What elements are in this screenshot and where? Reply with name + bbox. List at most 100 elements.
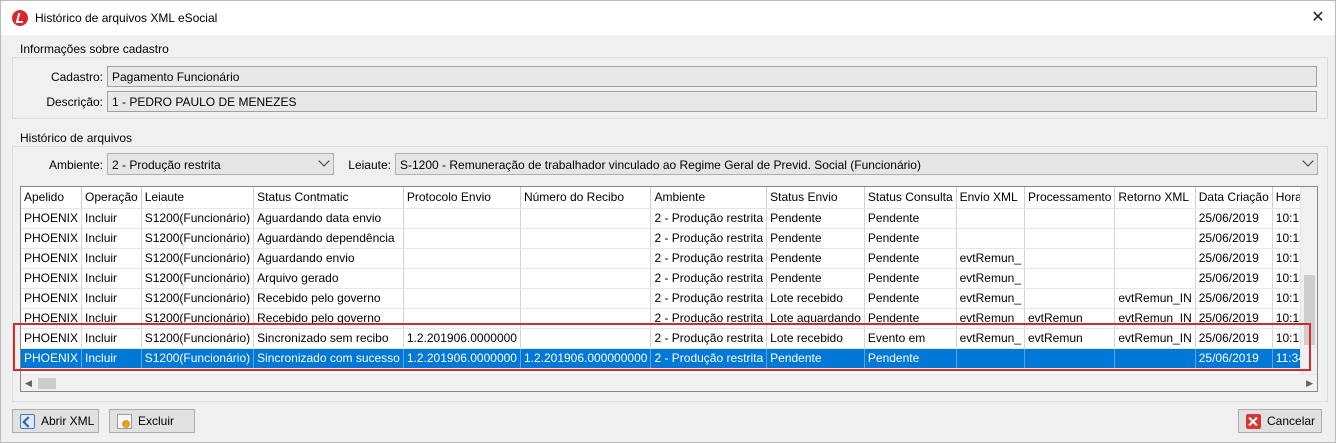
leiaute-label: Leiaute:: [348, 158, 391, 172]
app-logo-icon: [12, 10, 28, 26]
table-cell: 2 - Produção restrita: [650, 228, 768, 249]
table-cell: PHOENIX: [21, 268, 83, 289]
table-cell: [1024, 248, 1116, 269]
cancel-icon: [1246, 414, 1261, 429]
column-header[interactable]: Processamento: [1024, 187, 1116, 209]
table-cell: 2 - Produção restrita: [650, 288, 768, 309]
table-cell: [403, 228, 521, 249]
table-cell: Recebido pelo governo: [253, 288, 404, 309]
cancelar-label: Cancelar: [1267, 414, 1316, 428]
table-cell: 2 - Produção restrita: [650, 268, 768, 289]
scroll-right-icon[interactable]: ▶: [1306, 378, 1313, 389]
scroll-left-icon[interactable]: ◀: [25, 378, 32, 389]
table-cell: Incluir: [81, 228, 142, 249]
cadastro-field: Pagamento Funcionário: [107, 66, 1317, 87]
table-cell: [520, 228, 652, 249]
table-cell: Incluir: [81, 288, 142, 309]
table-cell: Aguardando dependência: [253, 228, 404, 249]
table-cell: Pendente: [766, 268, 865, 289]
column-header[interactable]: Envio XML: [956, 187, 1026, 209]
table-row[interactable]: PHOENIX Incluir S1200(Funcionário) Aguardan…: [21, 228, 1317, 249]
table-cell: Incluir: [81, 248, 142, 269]
table-cell: [1024, 288, 1116, 309]
descricao-field: 1 - PEDRO PAULO DE MENEZES: [107, 91, 1317, 112]
table-cell: evtRemun_: [956, 288, 1026, 309]
column-header[interactable]: Número do Recibo: [520, 187, 652, 209]
grid-header-row: Apelido Operação Leiaute Status Contmatic Pr…: [21, 187, 1317, 209]
table-cell: [1024, 208, 1116, 229]
table-cell: [520, 208, 652, 229]
table-cell: [956, 208, 1026, 229]
column-header[interactable]: Status Envio: [766, 187, 865, 209]
column-header[interactable]: Leiaute: [141, 187, 255, 209]
table-cell: Arquivo gerado: [253, 268, 404, 289]
table-cell: 25/06/2019: [1195, 268, 1273, 289]
excluir-button[interactable]: Excluir: [109, 409, 195, 433]
cadastro-group-title: Informações sobre cadastro: [20, 42, 169, 56]
table-cell: [520, 268, 652, 289]
ambiente-select[interactable]: 2 - Produção restrita: [107, 153, 334, 175]
table-cell: [1024, 228, 1116, 249]
column-header[interactable]: Operação: [81, 187, 142, 209]
excluir-label: Excluir: [138, 414, 175, 428]
leiaute-select[interactable]: S-1200 - Remuneração de trabalhador vinc…: [395, 153, 1318, 175]
column-header[interactable]: Apelido: [21, 187, 83, 209]
column-header[interactable]: Ambiente: [650, 187, 768, 209]
table-cell: Pendente: [766, 228, 865, 249]
table-cell: 25/06/2019: [1195, 208, 1273, 229]
close-window-button[interactable]: ✕: [1301, 1, 1335, 35]
column-header[interactable]: Status Consulta: [864, 187, 957, 209]
table-cell: S1200(Funcionário): [141, 228, 255, 249]
chevron-down-icon: [318, 155, 330, 167]
horizontal-scroll-thumb[interactable]: [38, 378, 56, 389]
table-cell: [1114, 248, 1196, 269]
title-bar: Histórico de arquivos XML eSocial ✕: [1, 1, 1335, 35]
window-title: Histórico de arquivos XML eSocial: [35, 11, 218, 25]
table-cell: PHOENIX: [21, 208, 83, 229]
chevron-down-icon: [1302, 155, 1314, 167]
abrir-xml-button[interactable]: Abrir XML: [12, 409, 99, 433]
column-header[interactable]: Retorno XML: [1114, 187, 1196, 209]
table-cell: S1200(Funcionário): [141, 208, 255, 229]
table-cell: [1114, 208, 1196, 229]
table-cell: evtRemun_: [956, 248, 1026, 269]
table-cell: evtRemun_IN: [1114, 288, 1196, 309]
table-cell: evtRemun_: [956, 268, 1026, 289]
history-window: Histórico de arquivos XML eSocial ✕ Info…: [0, 0, 1336, 443]
leiaute-select-value: S-1200 - Remuneração de trabalhador vinc…: [400, 158, 921, 172]
table-cell: Incluir: [81, 268, 142, 289]
table-cell: 25/06/2019: [1195, 248, 1273, 269]
ambiente-label: Ambiente:: [48, 158, 103, 172]
table-row[interactable]: PHOENIX Incluir S1200(Funcionário) Recebido…: [21, 288, 1317, 309]
column-header[interactable]: Status Contmatic: [253, 187, 404, 209]
table-row[interactable]: PHOENIX Incluir S1200(Funcionário) Arquivo …: [21, 268, 1317, 289]
table-cell: Pendente: [864, 228, 957, 249]
table-cell: Lote recebido: [766, 288, 865, 309]
abrir-xml-label: Abrir XML: [41, 414, 95, 428]
table-row[interactable]: PHOENIX Incluir S1200(Funcionário) Aguardan…: [21, 248, 1317, 269]
table-cell: [1114, 228, 1196, 249]
table-cell: Pendente: [864, 248, 957, 269]
table-cell: [1024, 268, 1116, 289]
column-header[interactable]: Protocolo Envio: [403, 187, 521, 209]
table-cell: S1200(Funcionário): [141, 268, 255, 289]
table-cell: S1200(Funcionário): [141, 288, 255, 309]
highlight-annotation-box: [13, 323, 1311, 371]
table-cell: [520, 288, 652, 309]
table-row[interactable]: PHOENIX Incluir S1200(Funcionário) Aguardan…: [21, 208, 1317, 229]
table-cell: Pendente: [864, 268, 957, 289]
delete-document-icon: [117, 414, 132, 429]
table-cell: [403, 208, 521, 229]
table-cell: PHOENIX: [21, 288, 83, 309]
table-cell: PHOENIX: [21, 228, 83, 249]
table-cell: Pendente: [864, 208, 957, 229]
table-cell: Aguardando envio: [253, 248, 404, 269]
column-header[interactable]: Data Criação: [1195, 187, 1273, 209]
table-cell: Pendente: [766, 208, 865, 229]
horizontal-scrollbar[interactable]: ◀ ▶: [21, 374, 1317, 391]
table-cell: [520, 248, 652, 269]
cadastro-label: Cadastro:: [50, 70, 103, 84]
descricao-label: Descrição:: [46, 95, 103, 109]
table-cell: 25/06/2019: [1195, 228, 1273, 249]
cancelar-button[interactable]: Cancelar: [1238, 409, 1322, 433]
